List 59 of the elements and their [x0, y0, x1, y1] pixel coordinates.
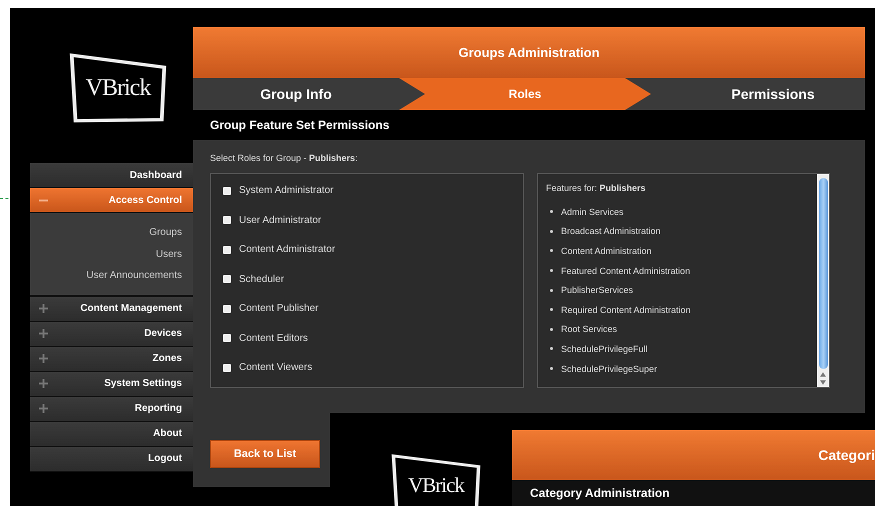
checkbox[interactable]	[223, 334, 231, 342]
role-label: Scheduler	[239, 274, 284, 285]
step-tab[interactable]: Permissions	[651, 78, 865, 110]
bullet-icon	[550, 249, 553, 252]
role-label: User Administrator	[239, 214, 322, 226]
bullet-icon	[550, 288, 553, 292]
sidebar-item[interactable]: Devices	[30, 322, 193, 346]
sidebar-item[interactable]: Dashboard	[30, 163, 193, 188]
submenu-item[interactable]: Users	[30, 244, 182, 265]
section-title: Group Feature Set Permissions	[210, 118, 390, 132]
feature-item: Broadcast Administration	[561, 226, 661, 236]
feature-item: Root Services	[561, 324, 618, 334]
bullet-icon	[550, 347, 553, 350]
bullet-icon	[550, 308, 553, 312]
back-button[interactable]: Back to List	[210, 440, 320, 468]
scroll-down-icon[interactable]	[820, 380, 826, 385]
feature-item: Admin Services	[561, 206, 624, 217]
scrollbar[interactable]	[817, 174, 829, 387]
feature-item: Content Administration	[561, 246, 652, 256]
role-label: Content Administrator	[239, 244, 336, 256]
bullet-icon	[550, 210, 553, 214]
window-title: Groups Administration	[193, 27, 865, 78]
features-heading: Features for: Publishers	[546, 183, 647, 195]
feature-item: Required Content Administration	[561, 304, 691, 315]
feature-item: Featured Content Administration	[561, 266, 690, 276]
checkbox[interactable]	[223, 304, 231, 313]
role-label: Content Publisher	[239, 303, 318, 314]
role-label: System Administrator	[239, 185, 334, 196]
checkbox[interactable]	[223, 246, 231, 254]
bullet-icon	[550, 230, 553, 233]
logo: VBrick	[68, 52, 168, 124]
submenu-item[interactable]: Groups	[30, 222, 182, 244]
checkbox[interactable]	[223, 186, 231, 195]
checkbox[interactable]	[223, 364, 231, 372]
feature-item: PublisherServices	[561, 285, 634, 296]
sidebar-item[interactable]: Zones	[30, 346, 193, 372]
bullet-icon	[550, 367, 553, 370]
logo: VBrick	[390, 453, 482, 506]
sidebar-item[interactable]: About	[30, 422, 193, 446]
checkbox[interactable]	[223, 275, 231, 284]
sidebar-item[interactable]: Reporting	[30, 396, 193, 422]
scrollbar-thumb[interactable]	[818, 178, 828, 369]
section-title: Category Administration	[530, 486, 670, 500]
scroll-up-icon[interactable]	[820, 372, 826, 377]
sidebar-item[interactable]: Access Control	[30, 188, 193, 213]
sidebar-item[interactable]: Logout	[30, 446, 193, 472]
bullet-icon	[550, 269, 553, 272]
role-label: Content Viewers	[239, 362, 312, 374]
bullet-icon	[550, 328, 553, 331]
window-title: Categori	[818, 447, 875, 463]
submenu-item[interactable]: User Announcements	[30, 265, 182, 286]
role-label: Content Editors	[239, 332, 308, 344]
step-tab[interactable]: Group Info	[193, 78, 399, 110]
sidebar-item[interactable]: System Settings	[30, 372, 193, 396]
sidebar-item[interactable]: Content Management	[30, 296, 193, 322]
roles-prompt: Select Roles for Group - Publishers:	[210, 153, 359, 163]
feature-item: SchedulePrivilegeSuper	[561, 364, 658, 374]
feature-item: SchedulePrivilegeFull	[561, 344, 648, 354]
checkbox[interactable]	[223, 216, 231, 224]
